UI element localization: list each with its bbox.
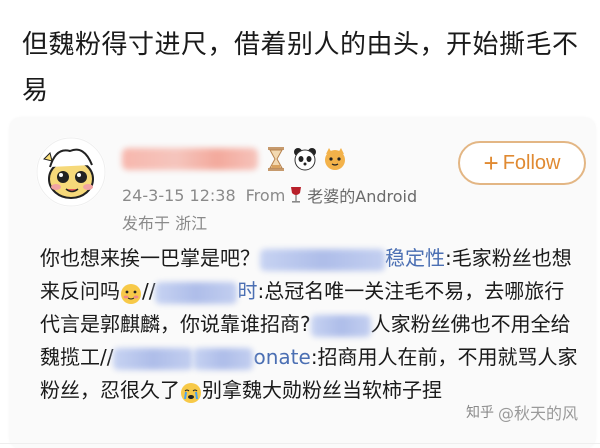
mention-1[interactable]: 稳定性 xyxy=(385,246,445,270)
post-location: 发布于 浙江 xyxy=(122,214,208,233)
blurred-mention-3 xyxy=(113,347,194,370)
follow-label: Follow xyxy=(502,151,561,174)
post-date: 24-3-15 12:38 xyxy=(122,185,236,205)
panda-icon xyxy=(292,146,318,176)
from-label: From xyxy=(245,185,286,205)
emoji-cry xyxy=(180,381,202,403)
user-avatar[interactable] xyxy=(36,137,106,207)
body-text-8: 捏 xyxy=(422,378,442,402)
emoji-shy xyxy=(120,282,142,304)
body-text-7: 别拿魏大勋粉丝当软柿子 xyxy=(202,378,422,402)
device-link[interactable]: 老婆的Android xyxy=(307,183,417,207)
zhihu-icon: 知乎 xyxy=(466,405,494,421)
blurred-mention-1 xyxy=(260,248,385,271)
blurred-mention-3b xyxy=(193,347,254,370)
post-meta: 24-3-15 12:38 From 老婆的Android xyxy=(122,183,417,207)
blurred-mention-2 xyxy=(155,281,238,304)
hourglass-icon xyxy=(266,146,286,176)
blurred-text-3 xyxy=(310,314,371,337)
headline-text: 但魏粉得寸进尺，借着别人的由头，开始撕毛不易 xyxy=(22,30,579,106)
zhihu-watermark: 知乎 @秋天的风 xyxy=(466,400,578,424)
watermark-author: @秋天的风 xyxy=(498,404,579,423)
mention-3[interactable]: onate xyxy=(253,345,310,369)
cat-icon xyxy=(322,146,348,176)
body-text-1: 你也想来挨一巴掌是吧？ xyxy=(40,246,260,270)
post-body: 你也想来挨一巴掌是吧？ 稳定性:毛家粉丝也想来反问吗//时:总冠名唯一关注毛不易，… xyxy=(40,242,580,407)
avatar-illustration xyxy=(36,137,106,207)
mention-2[interactable]: 时 xyxy=(237,279,257,303)
wine-glass-icon xyxy=(289,186,303,204)
username-blurred[interactable] xyxy=(122,148,258,170)
follow-button[interactable]: + Follow xyxy=(458,141,586,185)
plus-icon: + xyxy=(483,148,499,178)
body-text-3: // xyxy=(142,279,156,303)
